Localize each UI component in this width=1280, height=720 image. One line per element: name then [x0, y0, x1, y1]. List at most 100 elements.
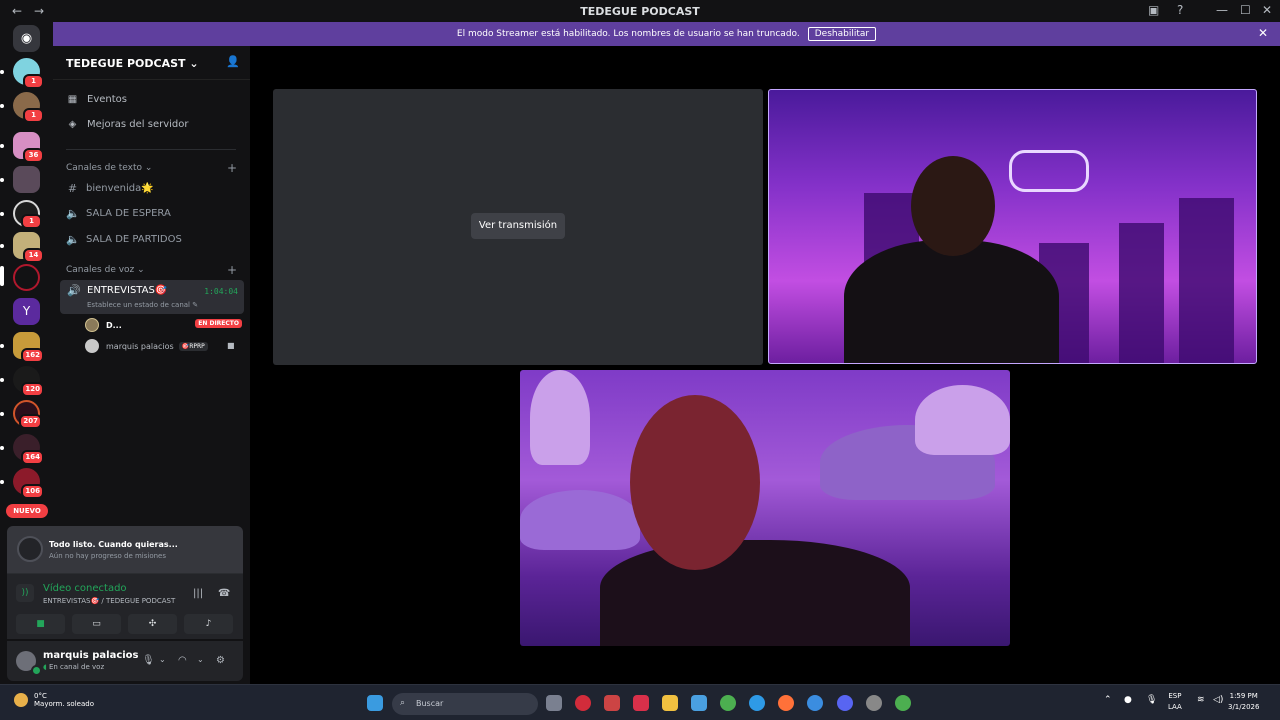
mention-badge: 1	[23, 74, 44, 89]
file-explorer-icon[interactable]	[662, 695, 678, 711]
server-icon[interactable]: 1	[13, 92, 44, 123]
microphone-icon[interactable]: 🎙	[1146, 695, 1157, 705]
signal-icon[interactable]: ))	[16, 584, 34, 602]
server-icon[interactable]: Y	[13, 298, 40, 325]
watch-stream-button[interactable]: Ver transmisión	[471, 213, 565, 239]
channel-sala-de-partidos[interactable]: 🔈 SALA DE PARTIDOS	[60, 228, 243, 250]
server-icon[interactable]: 106	[13, 468, 44, 499]
server-icon[interactable]: 164	[13, 434, 44, 465]
discord-home-icon[interactable]: ◉	[13, 25, 40, 52]
inbox-icon[interactable]: ▣	[1148, 3, 1159, 17]
app-icon[interactable]	[807, 695, 823, 711]
noise-suppression-icon[interactable]: |||	[193, 588, 203, 599]
volume-icon[interactable]: ◁)	[1213, 695, 1223, 705]
speaker-icon: 🔊	[67, 284, 81, 297]
server-icon[interactable]: 14	[13, 232, 44, 263]
boosts-item[interactable]: ◈ Mejoras del servidor	[66, 119, 189, 130]
headphones-icon[interactable]: ◠	[178, 655, 187, 666]
edge-icon[interactable]	[749, 695, 765, 711]
quest-card[interactable]: Todo listo. Cuando quieras... Aún no hay…	[7, 526, 243, 573]
server-icon[interactable]: 162	[13, 332, 44, 363]
call-timer: 1:04:04	[204, 287, 238, 296]
server-icon[interactable]: 36	[13, 132, 44, 163]
channel-sala-de-espera[interactable]: 🔈 SALA DE ESPERA	[60, 202, 243, 224]
search-placeholder: Buscar	[416, 699, 444, 708]
server-icon[interactable]: 1	[13, 200, 42, 229]
voice-user[interactable]: marquis palacios 🎯RPRP ■	[85, 338, 245, 354]
voice-channel-entrevistas[interactable]: 🔊 ENTREVISTAS🎯 1:04:04 Establece un esta…	[60, 280, 244, 314]
online-status-dot	[31, 665, 42, 676]
close-window-icon[interactable]: ✕	[1262, 3, 1272, 17]
activities-icon: ✣	[148, 619, 157, 629]
chevron-down-icon[interactable]: ⌄	[159, 655, 166, 664]
chrome-icon[interactable]	[895, 695, 911, 711]
camera-icon: ■	[227, 341, 235, 350]
minimize-icon[interactable]: —	[1216, 3, 1228, 17]
help-icon[interactable]: ?	[1177, 3, 1183, 17]
voice-category-header[interactable]: Canales de voz ⌄ +	[66, 263, 242, 277]
server-icon[interactable]: 207	[13, 400, 42, 429]
task-view-icon[interactable]	[546, 695, 562, 711]
new-unreads-pill[interactable]: NUEVO	[6, 504, 48, 518]
discord-icon[interactable]	[837, 695, 853, 711]
voice-user[interactable]: D... ■ EN DIRECTO	[85, 317, 245, 333]
close-icon[interactable]: ✕	[1258, 26, 1268, 40]
app-icon[interactable]	[866, 695, 882, 711]
live-badge: EN DIRECTO	[195, 319, 242, 328]
server-icon[interactable]	[13, 264, 40, 291]
neon-robot-sign	[1009, 150, 1089, 192]
user-name[interactable]: marquis palacios	[43, 650, 139, 661]
region: LAA	[1168, 703, 1182, 711]
taskbar-search[interactable]: ⌕ Buscar	[392, 693, 538, 715]
settings-gear-icon[interactable]: ⚙	[216, 655, 225, 666]
language-indicator[interactable]: ESP LAA	[1168, 691, 1182, 713]
start-icon[interactable]	[367, 695, 383, 711]
add-channel-icon[interactable]: +	[227, 161, 237, 175]
activities-button[interactable]: ✣	[128, 614, 177, 634]
tray-overflow-icon[interactable]: ⌃	[1104, 695, 1112, 705]
text-category-header[interactable]: Canales de texto ⌄ +	[66, 161, 242, 175]
camera-button[interactable]: ■	[16, 614, 65, 634]
quest-title: Todo listo. Cuando quieras...	[49, 540, 178, 549]
wifi-icon[interactable]: ≋	[1197, 695, 1205, 705]
app-icon[interactable]	[604, 695, 620, 711]
invite-people-icon[interactable]: 👤	[226, 55, 240, 68]
video-tile[interactable]	[768, 89, 1257, 364]
user-status-text: En canal de voz	[48, 663, 105, 671]
maximize-icon[interactable]: ☐	[1240, 3, 1251, 17]
tray-app-icon[interactable]: ●	[1124, 695, 1132, 705]
video-tile[interactable]	[520, 370, 1010, 646]
weather-widget[interactable]: 0°C Mayorm. soleado	[34, 692, 94, 708]
app-icon[interactable]	[633, 695, 649, 711]
server-name: TEDEGUE PODCAST	[66, 57, 186, 70]
disconnect-icon[interactable]: ☎	[218, 588, 230, 599]
weather-icon[interactable]	[14, 693, 28, 707]
soundboard-button[interactable]: ♪	[184, 614, 233, 634]
stream-tile[interactable]: Ver transmisión	[273, 89, 763, 365]
server-header[interactable]: TEDEGUE PODCAST ⌄ 👤	[53, 46, 250, 80]
screen-share-button[interactable]: ▭	[72, 614, 121, 634]
quest-subtitle: Aún no hay progreso de misiones	[49, 552, 167, 560]
chrome-icon[interactable]	[720, 695, 736, 711]
mention-badge: 1	[23, 108, 44, 123]
store-icon[interactable]	[691, 695, 707, 711]
chevron-down-icon[interactable]: ⌄	[197, 655, 204, 664]
channel-status-input[interactable]: Establece un estado de canal ✎	[87, 301, 198, 309]
events-item[interactable]: ▦ Eventos	[66, 94, 127, 105]
connection-location[interactable]: ENTREVISTAS🎯 / TEDEGUE PODCAST	[43, 597, 175, 605]
unread-pill	[0, 412, 4, 416]
system-clock[interactable]: 1:59 PM 3/1/2026	[1228, 691, 1259, 713]
disable-streamer-button[interactable]: Deshabilitar	[807, 27, 877, 41]
microphone-icon[interactable]: 🎙	[142, 655, 155, 666]
boosts-label: Mejoras del servidor	[87, 119, 189, 130]
pencil-icon: ✎	[192, 301, 199, 309]
opera-icon[interactable]	[575, 695, 591, 711]
server-icon[interactable]: 120	[13, 366, 44, 397]
firefox-icon[interactable]	[778, 695, 794, 711]
server-icon[interactable]: 1	[13, 58, 44, 89]
add-channel-icon[interactable]: +	[227, 263, 237, 277]
connection-status[interactable]: Vídeo conectado	[43, 583, 127, 594]
server-icon[interactable]	[13, 166, 40, 193]
channel-bienvenida[interactable]: # bienvenida🌟	[60, 177, 243, 199]
participant-head	[911, 156, 995, 256]
